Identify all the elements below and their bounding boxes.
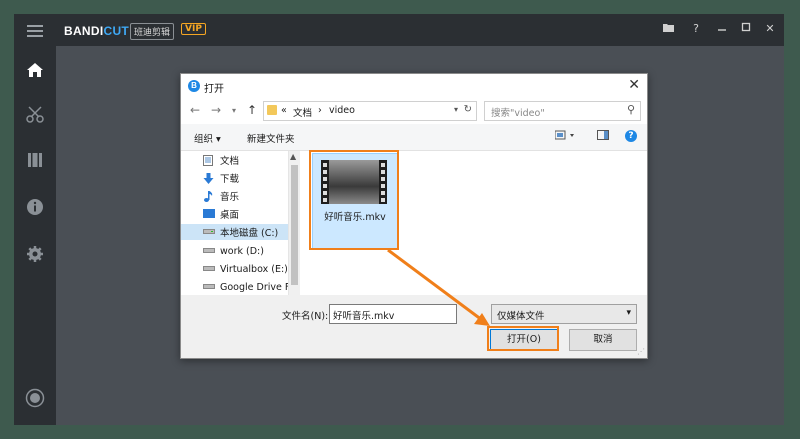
- tree-item-desktop[interactable]: 桌面: [203, 206, 298, 222]
- forward-arrow-icon[interactable]: →: [211, 103, 221, 117]
- vip-badge[interactable]: VIP: [181, 23, 206, 35]
- filename-input[interactable]: 好听音乐.mkv: [329, 304, 457, 324]
- tree-item-music[interactable]: 音乐: [203, 188, 298, 204]
- address-dropdown-icon[interactable]: ▾: [454, 105, 458, 114]
- music-icon: [203, 191, 215, 202]
- tree-item-label: 文档: [220, 156, 240, 167]
- file-highlight-box: [309, 150, 399, 250]
- bandicut-app-icon: B: [188, 80, 200, 92]
- filename-value: 好听音乐.mkv: [333, 311, 395, 322]
- help-icon[interactable]: ?: [625, 130, 637, 142]
- address-prefix: «: [281, 105, 287, 116]
- address-row: ← → ▾ ↑ « 文档 › video ▾ ↻ 搜索"video" ⚲: [181, 98, 647, 124]
- close-icon[interactable]: ✕: [763, 22, 777, 35]
- resize-grip-icon[interactable]: ⋰: [637, 347, 645, 356]
- new-folder-button[interactable]: 新建文件夹: [247, 131, 295, 145]
- minimize-icon[interactable]: [715, 22, 729, 35]
- file-list: 好听音乐.mkv: [300, 150, 647, 295]
- title-bar: BANDICUT 班迪剪辑 VIP ? ✕: [56, 14, 784, 46]
- search-input[interactable]: 搜索"video" ⚲: [484, 101, 641, 121]
- desktop-icon: [203, 209, 215, 219]
- folder-icon: [267, 105, 277, 115]
- drive-icon: [203, 282, 215, 292]
- tree-item-drive-f[interactable]: Google Drive F: [203, 279, 298, 295]
- folder-icon[interactable]: [661, 22, 675, 35]
- navigation-tree: 文档 下载 音乐 桌面 本地磁盘 (C:) work (D:) Virtualb…: [181, 151, 299, 295]
- refresh-icon[interactable]: ↻: [464, 104, 472, 115]
- tree-item-label: Virtualbox (E:): [220, 263, 288, 275]
- maximize-icon[interactable]: [739, 22, 753, 35]
- search-icon: ⚲: [626, 103, 635, 116]
- breadcrumb-separator: ›: [318, 105, 322, 116]
- view-options-icon[interactable]: [554, 130, 577, 143]
- dialog-title: 打开: [204, 84, 224, 95]
- sidebar: [14, 14, 56, 425]
- cut-icon[interactable]: [14, 99, 56, 129]
- gear-icon[interactable]: [14, 239, 56, 269]
- brand-cn-label: 班迪剪辑: [130, 23, 175, 40]
- recent-dropdown-icon[interactable]: ▾: [232, 106, 236, 115]
- download-icon: [203, 173, 215, 184]
- chevron-down-icon: ▾: [626, 308, 631, 318]
- home-icon[interactable]: [14, 55, 56, 85]
- organize-button[interactable]: 组织 ▾: [194, 131, 221, 145]
- tree-item-label: 音乐: [220, 192, 240, 203]
- up-arrow-icon[interactable]: ↑: [247, 103, 257, 117]
- film-icon[interactable]: [14, 145, 56, 175]
- address-bar[interactable]: « 文档 › video ▾ ↻: [263, 101, 477, 121]
- preview-pane-icon[interactable]: [597, 130, 609, 143]
- documents-icon: [203, 155, 215, 166]
- tree-item-drive-e[interactable]: Virtualbox (E:): [203, 261, 298, 277]
- brand-logo: BANDICUT: [64, 24, 130, 38]
- search-placeholder: 搜索"video": [491, 108, 545, 119]
- file-type-value: 仅媒体文件: [497, 311, 545, 322]
- record-icon[interactable]: [14, 383, 56, 413]
- breadcrumb-video[interactable]: video: [329, 105, 355, 116]
- tree-item-downloads[interactable]: 下载: [203, 170, 298, 186]
- tree-item-label: work (D:): [220, 245, 264, 257]
- tree-item-drive-d[interactable]: work (D:): [203, 243, 298, 259]
- dialog-title-bar: B 打开 ✕: [181, 74, 647, 98]
- cancel-button[interactable]: 取消: [569, 329, 637, 351]
- help-icon[interactable]: ?: [689, 22, 703, 35]
- breadcrumb-documents[interactable]: 文档: [293, 105, 312, 119]
- drive-icon: [203, 227, 215, 237]
- dialog-bottom-bar: 文件名(N): 好听音乐.mkv 仅媒体文件 ▾ 打开(O) 取消 ⋰: [181, 295, 647, 358]
- open-file-dialog: B 打开 ✕ ← → ▾ ↑ « 文档 › video ▾ ↻ 搜索"video…: [180, 73, 648, 359]
- scroll-up-icon[interactable]: ▲: [290, 152, 296, 161]
- file-type-select[interactable]: 仅媒体文件 ▾: [491, 304, 637, 324]
- info-icon[interactable]: [14, 192, 56, 222]
- dialog-toolbar: 组织 ▾ 新建文件夹 ?: [181, 124, 647, 151]
- back-arrow-icon[interactable]: ←: [190, 103, 200, 117]
- tree-item-label: 本地磁盘 (C:): [220, 228, 279, 239]
- tree-item-label: 下载: [220, 174, 240, 185]
- tree-scrollbar[interactable]: ▲: [288, 151, 300, 295]
- dialog-close-icon[interactable]: ✕: [628, 77, 640, 93]
- drive-icon: [203, 264, 215, 274]
- filename-label: 文件名(N):: [282, 311, 329, 322]
- tree-item-drive-c[interactable]: 本地磁盘 (C:): [181, 224, 299, 240]
- menu-icon[interactable]: [14, 16, 56, 46]
- drive-icon: [203, 246, 215, 256]
- open-highlight-box: [487, 326, 559, 351]
- scrollbar-thumb[interactable]: [291, 165, 298, 285]
- tree-item-documents[interactable]: 文档: [203, 152, 298, 168]
- tree-item-label: 桌面: [220, 210, 240, 221]
- tree-item-label: Google Drive F: [220, 281, 291, 293]
